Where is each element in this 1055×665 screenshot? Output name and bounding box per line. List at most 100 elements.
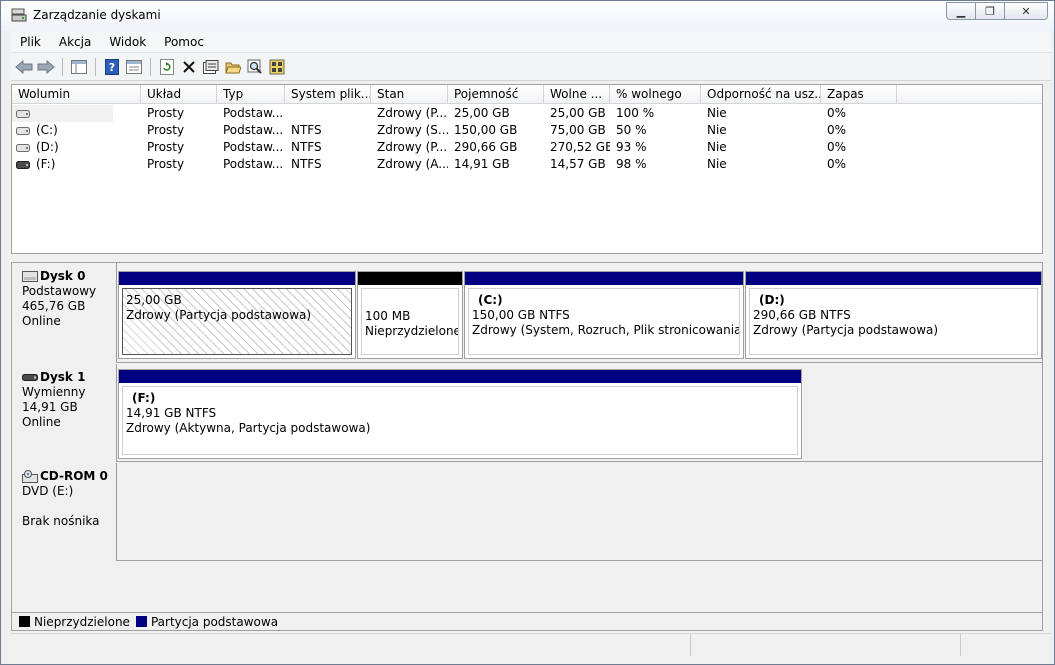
volume-free: 14,57 GB (550, 157, 606, 171)
menu-pomoc[interactable]: Pomoc (155, 35, 213, 49)
volume-percent-free: 93 % (616, 140, 647, 154)
column-header-pojemnosc[interactable]: Pojemność (448, 85, 544, 104)
properties-view-button[interactable] (123, 56, 145, 78)
properties-button[interactable] (200, 56, 222, 78)
volume-overhead: 0% (827, 157, 847, 171)
unallocated-bar (358, 272, 462, 285)
status-bar (11, 633, 1051, 656)
partition-c[interactable]: (C:) 150,00 GB NTFS Zdrowy (System, Rozr… (464, 271, 744, 359)
primary-partition-bar (119, 370, 801, 383)
minimize-button[interactable]: ▁ (946, 2, 976, 20)
refresh-button[interactable] (156, 56, 178, 78)
disk-1-label[interactable]: Dysk 1 Wymienny 14,91 GB Online (14, 364, 117, 462)
explore-button[interactable] (244, 56, 266, 78)
title-bar[interactable]: Zarządzanie dyskami ▁ ❐ ✕ (1, 1, 1054, 31)
partition-unlabeled-25gb[interactable]: 25,00 GB Zdrowy (Partycja podstawowa) (118, 271, 356, 359)
cd-rom-icon (22, 470, 38, 483)
refresh-icon (160, 58, 174, 75)
disk-graphical-view: Dysk 0 Podstawowy 465,76 GB Online 25,00… (11, 262, 1043, 612)
column-header-typ[interactable]: Typ (217, 85, 285, 104)
help-button[interactable]: ? (101, 56, 123, 78)
table-row[interactable]: Prosty Podstaw... Zdrowy (P... 25,00 GB … (12, 105, 1042, 122)
column-header-wolumin[interactable]: Wolumin (12, 85, 141, 104)
legend: Nieprzydzielone Partycja podstawowa (11, 612, 1043, 631)
column-header-odpornosc[interactable]: Odporność na usz... (701, 85, 821, 104)
volume-name: (C:) (36, 123, 58, 137)
table-row[interactable]: (C:) Prosty Podstaw... NTFS Zdrowy (S...… (12, 122, 1042, 139)
table-row[interactable]: (F:) Prosty Podstaw... NTFS Zdrowy (A...… (12, 156, 1042, 173)
disk-status: Online (22, 314, 61, 328)
volume-overhead: 0% (827, 123, 847, 137)
open-button[interactable] (222, 56, 244, 78)
cdrom-0-label[interactable]: CD-ROM 0 DVD (E:) Brak nośnika (14, 463, 117, 561)
volume-capacity: 25,00 GB (454, 106, 510, 120)
partition-d[interactable]: (D:) 290,66 GB NTFS Zdrowy (Partycja pod… (745, 271, 1042, 359)
volume-fault-tolerance: Nie (707, 123, 727, 137)
volume-name: (D:) (36, 140, 59, 154)
menu-widok[interactable]: Widok (100, 35, 155, 49)
volume-percent-free: 50 % (616, 123, 647, 137)
volume-type: Podstaw... (223, 157, 284, 171)
column-header-procent-wolnego[interactable]: % wolnego (610, 85, 701, 104)
partition-size: 25,00 GB (126, 293, 182, 307)
partition-unallocated[interactable]: 100 MB Nieprzydzielone (357, 271, 463, 359)
explore-icon (247, 59, 262, 74)
disk-type: Wymienny (22, 385, 86, 399)
disk-size: 14,91 GB (22, 400, 78, 414)
menu-bar: Plik Akcja Widok Pomoc (11, 31, 1051, 53)
menu-akcja[interactable]: Akcja (50, 35, 100, 49)
toolbar-separator (95, 57, 96, 76)
disk-name: Dysk 1 (40, 370, 86, 384)
disk-status: Brak nośnika (22, 514, 100, 528)
help-icon: ? (105, 58, 119, 75)
legend-label: Partycja podstawowa (150, 614, 279, 629)
menu-plik[interactable]: Plik (11, 35, 50, 49)
close-button[interactable]: ✕ (1004, 2, 1048, 20)
volume-status: Zdrowy (P... (377, 106, 448, 120)
column-header-stan[interactable]: Stan (371, 85, 448, 104)
partition-status: Zdrowy (Partycja podstawowa) (753, 323, 939, 337)
column-header-zapas[interactable]: Zapas (821, 85, 897, 104)
forward-button[interactable] (35, 56, 57, 78)
removable-disk-icon (22, 374, 38, 381)
column-header-system-plikow[interactable]: System plik... (285, 85, 371, 104)
volume-status: Zdrowy (S... (377, 123, 448, 137)
column-header-uklad[interactable]: Układ (141, 85, 217, 104)
table-row[interactable]: (D:) Prosty Podstaw... NTFS Zdrowy (P...… (12, 139, 1042, 156)
properties-icon (203, 59, 219, 74)
volume-status: Zdrowy (P... (377, 140, 448, 154)
volume-overhead: 0% (827, 106, 847, 120)
minimize-icon: ▁ (956, 4, 966, 18)
forward-arrow-icon (37, 59, 55, 74)
pane-splitter[interactable] (11, 254, 1043, 262)
show-hide-console-tree-icon (71, 59, 87, 74)
volume-fault-tolerance: Nie (707, 106, 727, 120)
toolbar: ? (11, 53, 1051, 81)
status-cell (961, 634, 1049, 656)
volume-fault-tolerance: Nie (707, 140, 727, 154)
volume-free: 25,00 GB (550, 106, 606, 120)
removable-drive-icon (16, 160, 30, 169)
maximize-button[interactable]: ❐ (975, 2, 1005, 20)
volume-list[interactable]: Wolumin Układ Typ System plik... Stan Po… (11, 84, 1043, 254)
disk-status: Online (22, 415, 61, 429)
disk-0-label[interactable]: Dysk 0 Podstawowy 465,76 GB Online (14, 263, 117, 363)
legend-label: Nieprzydzielone (34, 614, 130, 629)
delete-button[interactable] (178, 56, 200, 78)
primary-partition-bar (119, 272, 355, 285)
back-arrow-icon (15, 59, 33, 74)
show-hide-tree-button[interactable] (68, 56, 90, 78)
volume-layout: Prosty (147, 140, 185, 154)
disk-row (14, 463, 1042, 561)
back-button[interactable] (13, 56, 35, 78)
partition-size: 100 MB (365, 309, 411, 323)
volume-filesystem: NTFS (291, 140, 322, 154)
volume-free: 270,52 GB (550, 140, 610, 154)
partition-label: (C:) (478, 293, 503, 307)
restore-icon: ❐ (985, 4, 995, 18)
disk-settings-button[interactable] (266, 56, 288, 78)
column-header-wolne[interactable]: Wolne ... (544, 85, 610, 104)
partition-f[interactable]: (F:) 14,91 GB NTFS Zdrowy (Aktywna, Part… (118, 369, 802, 459)
disk-management-icon (11, 8, 27, 22)
unallocated-swatch (19, 616, 30, 627)
